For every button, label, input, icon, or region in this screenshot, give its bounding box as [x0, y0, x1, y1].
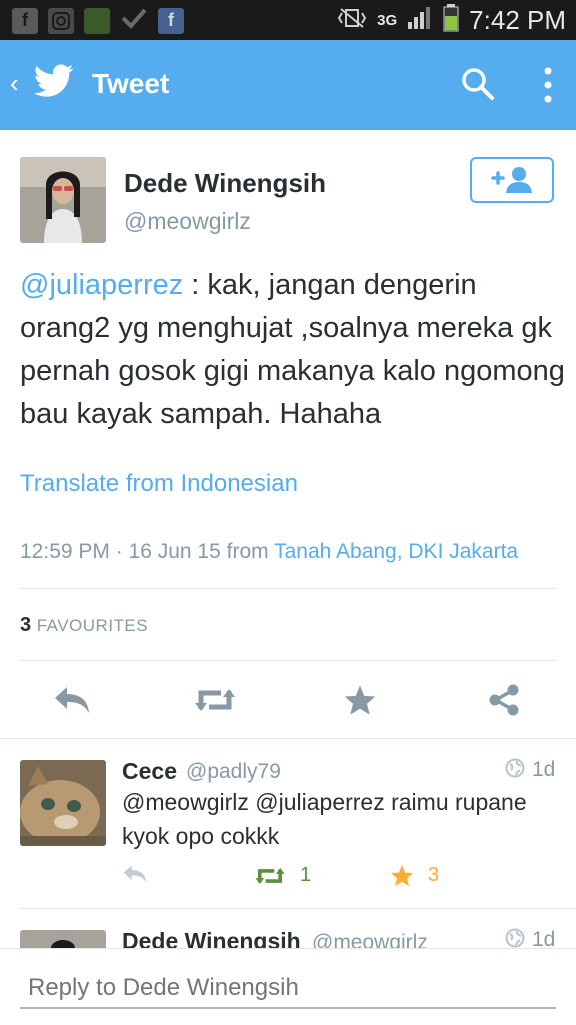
reply-avatar[interactable] — [20, 760, 106, 846]
reply-input[interactable] — [20, 969, 556, 1009]
twitter-bird-icon[interactable] — [34, 64, 74, 103]
reply-button[interactable] — [50, 678, 94, 722]
status-bar: f f 3G 7:42 PM — [0, 0, 576, 40]
reply-author-handle[interactable]: @padly79 — [186, 760, 281, 784]
share-icon — [489, 684, 519, 716]
reply-author-name[interactable]: Cece — [122, 758, 177, 785]
app-bar: ‹ Tweet — [0, 40, 576, 130]
signal-icon — [407, 6, 433, 35]
favourite-count: 3 — [428, 864, 440, 886]
check-icon — [120, 6, 148, 35]
from-label: from — [226, 540, 269, 563]
tweet-timestamp: 12:59 PM · 16 Jun 15 — [20, 540, 221, 563]
vibrate-icon — [337, 7, 367, 34]
mention-link[interactable]: @juliaperrez — [20, 269, 183, 301]
battery-icon — [443, 3, 459, 37]
reply-icon — [123, 865, 147, 883]
location-link[interactable]: Tanah Abang, DKI Jakarta — [274, 540, 518, 563]
overflow-menu-icon[interactable] — [540, 66, 556, 109]
network-label: 3G — [377, 11, 398, 29]
system-icons: 3G 7:42 PM — [337, 3, 566, 37]
instagram-icon — [48, 7, 74, 34]
tweet-text: @juliaperrez : kak, jangan dengerin oran… — [20, 264, 568, 436]
reply-retweet-button[interactable]: 1 — [254, 864, 311, 887]
retweet-count: 1 — [300, 864, 312, 886]
tweet-meta: 12:59 PM · 16 Jun 15 from Tanah Abang, D… — [20, 540, 518, 564]
favourite-button[interactable] — [338, 678, 382, 722]
reply-text: @meowgirlz @juliaperrez raimu rupane kyo… — [122, 789, 527, 849]
divider — [20, 908, 576, 909]
follow-button[interactable] — [470, 157, 554, 203]
star-icon — [344, 685, 376, 715]
page-title: Tweet — [92, 68, 170, 99]
notification-icons: f f — [12, 6, 184, 35]
clock: 7:42 PM — [469, 4, 566, 35]
divider — [0, 738, 576, 739]
search-icon[interactable] — [460, 66, 496, 107]
reply-icon — [55, 687, 89, 713]
globe-icon — [505, 758, 525, 783]
reply-bar — [0, 948, 576, 1025]
reply-favourite-button[interactable]: 3 — [390, 864, 439, 887]
share-button[interactable] — [482, 678, 526, 722]
add-user-icon — [491, 167, 532, 193]
facebook-icon: f — [158, 7, 184, 34]
divider — [20, 588, 556, 589]
retweet-icon — [255, 867, 285, 884]
star-icon — [391, 865, 413, 886]
facebook-icon: f — [12, 7, 38, 34]
author-handle[interactable]: @meowgirlz — [124, 208, 251, 235]
translate-link[interactable]: Translate from Indonesian — [20, 470, 298, 498]
retweet-button[interactable] — [193, 678, 237, 722]
favourites-number: 3 — [20, 614, 32, 636]
retweet-icon — [195, 689, 235, 711]
app-icon — [84, 7, 110, 34]
author-avatar[interactable] — [20, 157, 106, 243]
divider — [20, 660, 556, 661]
reply-avatar[interactable] — [20, 930, 106, 950]
favourites-count[interactable]: 3 FAVOURITES — [20, 614, 148, 637]
favourites-label: FAVOURITES — [36, 616, 149, 635]
back-icon[interactable]: ‹ — [10, 68, 19, 99]
reply-time: 1d — [532, 758, 556, 781]
author-name[interactable]: Dede Winengsih — [124, 168, 326, 199]
reply-reply-button[interactable] — [122, 864, 148, 884]
